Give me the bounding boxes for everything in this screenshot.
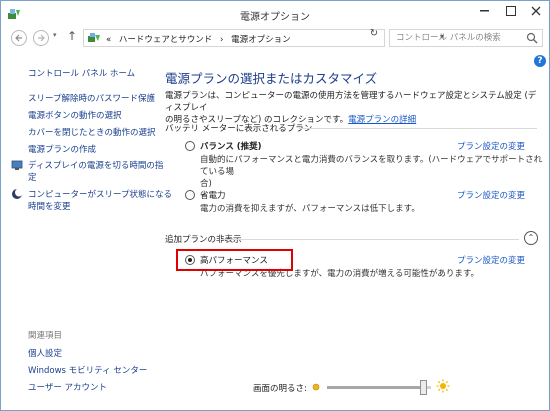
power-saver-plan-radio[interactable]	[185, 190, 195, 200]
display-off-time-link-line1: ディスプレイの電源を切る時間の指	[28, 161, 164, 171]
control-panel-window: 電源オプション ▾ ↑ « ハードウェアとサウンド › 電源オプション ▾ ↻ …	[0, 0, 550, 411]
balanced-plan-description-line2: 合)	[200, 179, 212, 189]
balanced-plan-description: 自動的にパフォーマンスと電力消費のバランスを取ります。(ハードウェアでサポートさ…	[200, 154, 549, 190]
search-input[interactable]	[390, 30, 520, 46]
breadcrumb: « ハードウェアとサウンド › 電源オプション	[106, 33, 296, 45]
close-icon	[531, 6, 541, 16]
power-saver-plan-name[interactable]: 省電力	[200, 189, 226, 201]
create-power-plan-link[interactable]: 電源プランの作成	[28, 143, 96, 155]
wake-password-link[interactable]: スリープ解除時のパスワード保護	[28, 92, 155, 104]
sleep-time-link-line2: 時間を変更	[28, 202, 71, 212]
power-saver-plan-description: 電力の消費を抑えますが、パフォーマンスは低下します。	[200, 204, 420, 214]
address-row: ▾ ↑ « ハードウェアとサウンド › 電源オプション ▾ ↻	[1, 27, 549, 49]
main-content-pane: ? 電源プランの選択またはカスタマイズ 電源プランは、コンピューターの電源の使用…	[149, 49, 549, 379]
chevron-up-icon: ⌃	[527, 233, 535, 242]
personalization-link[interactable]: 個人設定	[28, 347, 62, 359]
high-performance-plan-settings-link[interactable]: プラン設定の変更	[457, 254, 525, 266]
help-icon[interactable]: ?	[534, 55, 546, 67]
power-plan-details-link[interactable]: 電源プランの詳細	[348, 115, 416, 125]
back-button[interactable]	[11, 30, 27, 46]
window-title: 電源オプション	[240, 12, 310, 23]
display-monitor-icon	[11, 160, 23, 170]
brightness-slider[interactable]	[327, 380, 431, 395]
power-button-action-link[interactable]: 電源ボタンの動作の選択	[28, 109, 122, 121]
forward-button[interactable]	[33, 30, 49, 46]
brightness-slider-fill	[327, 386, 424, 389]
intro-text-line1: 電源プランは、コンピューターの電源の使用方法を管理するハードウェア設定とシステム…	[165, 91, 537, 113]
balanced-plan-settings-link[interactable]: プラン設定の変更	[457, 140, 525, 152]
power-saver-plan-settings-link[interactable]: プラン設定の変更	[457, 189, 525, 201]
minimize-icon	[480, 10, 489, 12]
display-off-time-link[interactable]: ディスプレイの電源を切る時間の指 定	[28, 159, 163, 183]
breadcrumb-separator[interactable]: ›	[220, 35, 223, 45]
display-off-time-link-line2: 定	[28, 173, 37, 183]
close-button[interactable]	[523, 1, 549, 21]
brightness-bar: 画面の明るさ:	[149, 379, 549, 410]
balanced-plan-description-line1: 自動的にパフォーマンスと電力消費のバランスを取ります。(ハードウェアでサポートさ…	[200, 155, 543, 177]
refresh-icon: ↻	[369, 28, 379, 39]
mobility-center-link[interactable]: Windows モビリティ センター	[28, 364, 147, 376]
maximize-icon	[506, 6, 516, 16]
search-box[interactable]	[389, 29, 543, 47]
brightness-high-icon	[436, 379, 450, 393]
breadcrumb-power-options[interactable]: 電源オプション	[231, 35, 291, 45]
address-bar[interactable]: « ハードウェアとサウンド › 電源オプション ▾	[83, 29, 444, 47]
title-bar: 電源オプション	[1, 1, 549, 27]
brightness-label: 画面の明るさ:	[253, 384, 307, 394]
control-panel-icon	[88, 33, 100, 42]
search-icon	[526, 32, 538, 44]
breadcrumb-hardware-sound[interactable]: ハードウェアとサウンド	[119, 35, 212, 45]
section-divider	[221, 239, 519, 240]
balanced-plan-radio[interactable]	[185, 141, 195, 151]
brightness-low-icon	[312, 383, 320, 391]
brightness-slider-thumb[interactable]	[419, 380, 427, 395]
control-panel-home-link[interactable]: コントロール パネル ホーム	[28, 67, 135, 79]
breadcrumb-overflow[interactable]: «	[106, 35, 111, 45]
selection-highlight-frame	[176, 249, 293, 271]
balanced-plan-name[interactable]: バランス (推奨)	[200, 140, 262, 152]
refresh-button[interactable]: ↻	[365, 28, 383, 44]
page-title: 電源プランの選択またはカスタマイズ	[165, 71, 378, 86]
battery-meter-section-label: バッテリ メーターに表示されるプラン	[165, 124, 313, 134]
back-arrow-icon	[15, 34, 22, 42]
maximize-button[interactable]	[498, 1, 525, 21]
see-also-heading: 関連項目	[28, 331, 63, 341]
recent-locations-chevron-icon[interactable]: ▾	[53, 31, 57, 39]
intro-text: 電源プランは、コンピューターの電源の使用方法を管理するハードウェア設定とシステム…	[165, 90, 537, 126]
up-level-button[interactable]: ↑	[67, 29, 77, 43]
lid-close-action-link[interactable]: カバーを閉じたときの動作の選択	[28, 126, 156, 138]
forward-arrow-icon	[38, 34, 45, 42]
sleep-moon-icon	[12, 188, 23, 199]
user-accounts-link[interactable]: ユーザー アカウント	[28, 381, 107, 393]
minimize-button[interactable]	[471, 1, 498, 21]
left-navigation-pane: コントロール パネル ホーム スリープ解除時のパスワード保護 電源ボタンの動作の…	[1, 49, 172, 410]
collapse-additional-plans-button[interactable]: ⌃	[524, 231, 538, 245]
section-divider	[299, 128, 537, 129]
